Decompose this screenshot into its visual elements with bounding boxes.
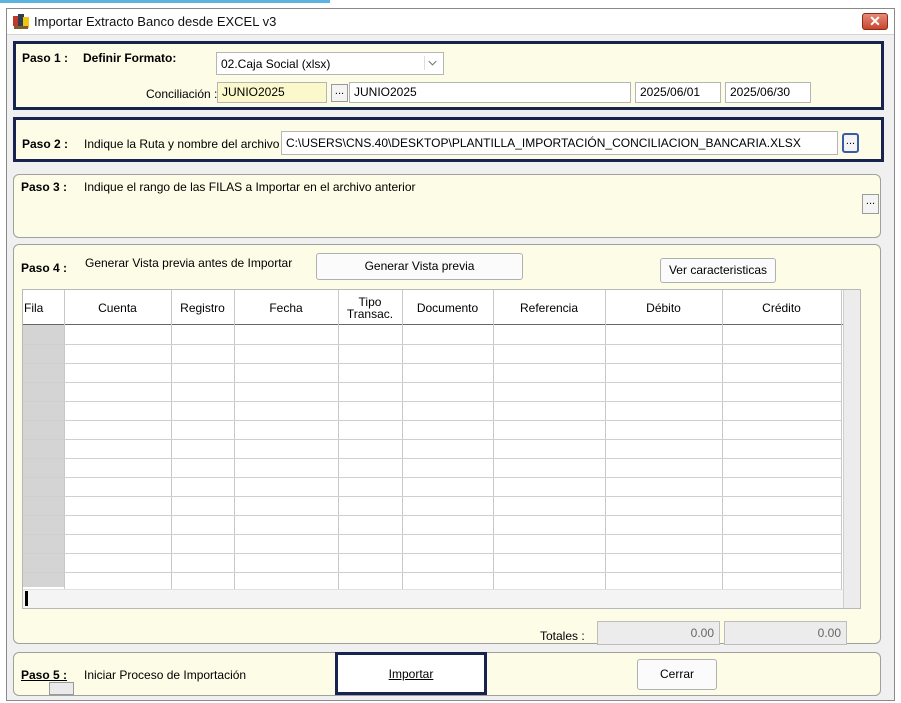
format-select-value: 02.Caja Social (xlsx) [221,57,331,71]
step4-text: Generar Vista previa antes de Importar [85,256,293,270]
grid-vertical-scrollbar[interactable] [843,290,860,608]
preview-grid[interactable]: Fila Cuenta Registro Fecha Tipo Transac.… [22,289,861,609]
chevron-down-icon [424,56,437,70]
total-credit-field: 0.00 [724,621,847,645]
step5-panel: Paso 5 : Iniciar Proceso de Importación … [13,652,881,696]
file-path-field[interactable]: C:\USERS\CNS.40\DESKTOP\PLANTILLA_IMPORT… [281,131,838,155]
view-features-button[interactable]: Ver caracteristicas [660,258,776,283]
table-row [23,496,841,497]
table-row [23,515,841,516]
table-row [23,401,841,402]
table-row [23,344,841,345]
format-select[interactable]: 02.Caja Social (xlsx) [216,52,444,75]
window-title: Importar Extracto Banco desde EXCEL v3 [34,14,277,29]
step5-text: Iniciar Proceso de Importación [84,668,247,682]
col-header-documento[interactable]: Documento [402,290,493,325]
table-row [23,477,841,478]
step3-panel: Paso 3 : Indique el rango de las FILAS a… [13,174,881,238]
rows-range-button[interactable]: ... [862,194,879,214]
step2-text: Indique la Ruta y nombre del archivo [84,137,280,151]
conciliacion-lookup-button[interactable]: ... [331,84,348,102]
col-header-registro[interactable]: Registro [171,290,234,325]
step4-panel: Paso 4 : Generar Vista previa antes de I… [13,244,881,645]
generate-preview-button[interactable]: Generar Vista previa [316,253,523,280]
col-header-cuenta[interactable]: Cuenta [64,290,171,325]
col-header-fecha[interactable]: Fecha [234,290,338,325]
table-row [23,458,841,459]
total-debit-field: 0.00 [597,621,720,645]
totals-label: Totales : [540,629,585,643]
step4-label: Paso 4 : [21,261,68,275]
table-row [23,363,841,364]
step2-label: Paso 2 : [22,137,69,151]
col-header-fila[interactable]: Fila [23,290,64,325]
col-header-credito[interactable]: Crédito [722,290,841,325]
step3-label: Paso 3 : [21,180,68,194]
import-dialog: Importar Extracto Banco desde EXCEL v3 ✕… [6,8,895,701]
table-row [23,439,841,440]
date-from-field[interactable]: 2025/06/01 [635,82,721,103]
date-to-field[interactable]: 2025/06/30 [725,82,811,103]
conciliacion-code-field[interactable]: JUNIO2025 [217,82,327,103]
col-header-tipo-transac[interactable]: Tipo Transac. [338,290,402,325]
import-button-label: Importar [388,667,434,681]
conciliacion-label: Conciliación : [146,87,218,101]
row-header-column [23,325,64,587]
app-icon [13,14,29,29]
step5-checkbox[interactable] [49,682,74,695]
text-cursor [25,591,28,606]
step5-label: Paso 5 : [21,668,68,682]
conciliacion-name-field[interactable]: JUNIO2025 [349,82,631,103]
close-icon: ✕ [869,13,881,29]
table-row [23,382,841,383]
step1-label: Paso 1 : [22,51,69,65]
top-accent-line [0,0,330,3]
close-window-button[interactable]: ✕ [862,13,888,30]
browse-file-button[interactable]: ... [842,133,859,153]
step2-panel: Paso 2 : Indique la Ruta y nombre del ar… [13,117,884,162]
col-header-referencia[interactable]: Referencia [493,290,605,325]
step1-panel: Paso 1 : Definir Formato: 02.Caja Social… [13,41,884,110]
table-row [23,420,841,421]
grid-column-separator [841,290,842,589]
table-row [23,572,841,573]
col-header-debito[interactable]: Débito [605,290,722,325]
table-row [23,553,841,554]
close-button[interactable]: Cerrar [637,659,717,690]
title-bar: Importar Extracto Banco desde EXCEL v3 ✕ [7,9,894,35]
grid-horizontal-scrollbar[interactable] [23,589,843,608]
table-row [23,534,841,535]
import-button[interactable]: Importar [335,652,487,695]
step3-text: Indique el rango de las FILAS a Importar… [84,180,416,194]
format-label: Definir Formato: [83,51,177,65]
